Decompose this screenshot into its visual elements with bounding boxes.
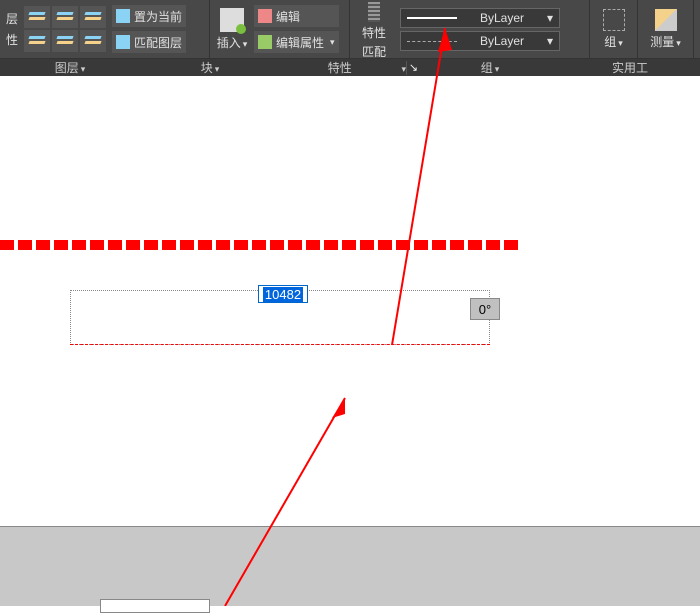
layer-tool-4[interactable] [24,30,50,52]
edit-block-button[interactable]: 编辑 [254,5,339,27]
set-current-label: 置为当前 [134,8,182,25]
group-button[interactable]: 组 [596,9,632,50]
layers-icon [85,36,101,46]
match-properties-button[interactable]: 特性 匹配 [354,2,394,60]
group-label: 组 [604,33,623,50]
layer-tool-3[interactable] [80,6,106,28]
layer-tool-6[interactable] [80,30,106,52]
command-input-box[interactable] [100,599,210,613]
panel-title-props-label: 特性 [280,59,399,76]
lineweight-dropdown[interactable]: ByLayer ▾ [400,8,560,28]
chevron-down-icon [79,61,86,75]
layer-tool-2[interactable] [52,6,78,28]
label-layer-bottom: 性 [4,31,20,48]
match-layer-icon [116,35,130,49]
panel-properties: 特性 匹配 ByLayer ▾ ByLayer ▾ [350,0,590,58]
layers-icon [57,36,73,46]
dynamic-angle-readout: 0° [470,298,500,320]
dynamic-length-input[interactable]: 10482 [258,285,308,303]
linetype-sample-icon [407,41,457,42]
edit-block-label: 编辑 [276,8,300,25]
insert-label: 插入 [217,34,248,51]
measure-button[interactable]: 测量 [649,9,683,50]
dimension-preview-line [70,344,490,345]
ribbon-toolbar: 层 性 置为当前 匹配图层 [0,0,700,58]
linetype-value: ByLayer [480,34,524,48]
edit-attrs-label: 编辑属性 [276,34,324,51]
set-current-icon [116,9,130,23]
linetype-dropdown[interactable]: ByLayer ▾ [400,31,560,51]
panel-title-block[interactable]: 块 [140,59,280,76]
label-layer-top: 层 [4,10,20,27]
edit-attrs-button[interactable]: 编辑属性 [254,31,339,53]
chevron-down-icon: ▾ [547,34,553,48]
chevron-down-icon [213,61,220,75]
measure-label: 测量 [650,33,681,50]
panel-title-block-label: 块 [201,59,213,76]
panel-title-group[interactable]: 组 [420,59,560,76]
panel-block: 插入 编辑 编辑属性 [210,0,350,58]
chevron-down-icon: ▾ [547,11,553,25]
match-props-label-1: 特性 [362,24,386,41]
panel-title-util: 实用工 [560,59,700,76]
edit-block-icon [258,9,272,23]
layer-tool-1[interactable] [24,6,50,28]
panel-title-group-label: 组 [481,59,493,76]
match-layer-button[interactable]: 匹配图层 [112,31,186,53]
match-props-icon [368,2,380,22]
panel-title-properties[interactable]: 特性 ↘ [280,59,420,76]
match-layer-label: 匹配图层 [134,34,182,51]
properties-launcher[interactable]: ↘ [406,61,420,75]
chevron-down-icon [493,61,500,75]
layer-tool-5[interactable] [52,30,78,52]
layers-icon [57,12,73,22]
drawing-canvas[interactable]: 10482 0° [0,76,700,526]
panel-group: 组 [590,0,638,58]
panel-layer: 层 性 置为当前 匹配图层 [0,0,210,58]
panel-title-bar: 图层 块 特性 ↘ 组 实用工 [0,58,700,76]
panel-title-layer-label: 图层 [55,59,79,76]
lineweight-sample-icon [407,17,457,19]
dynamic-angle-value: 0° [479,302,491,317]
panel-title-util-label: 实用工 [612,59,648,76]
measure-icon [655,9,677,31]
layers-icon [29,12,45,22]
dynamic-length-value: 10482 [263,287,303,302]
lineweight-value: ByLayer [480,11,524,25]
match-props-label-2: 匹配 [362,43,386,60]
edit-attrs-icon [258,35,272,49]
set-current-layer-button[interactable]: 置为当前 [112,5,186,27]
layers-icon [29,36,45,46]
command-area [0,526,700,606]
layer-tool-grid [24,6,106,52]
insert-block-button[interactable]: 插入 [214,8,250,51]
group-icon [603,9,625,31]
panel-utilities: 测量 [638,0,694,58]
layers-icon [85,12,101,22]
panel-title-layer[interactable]: 图层 [0,59,140,76]
insert-icon [220,8,244,32]
drawn-dashed-line [0,240,520,250]
